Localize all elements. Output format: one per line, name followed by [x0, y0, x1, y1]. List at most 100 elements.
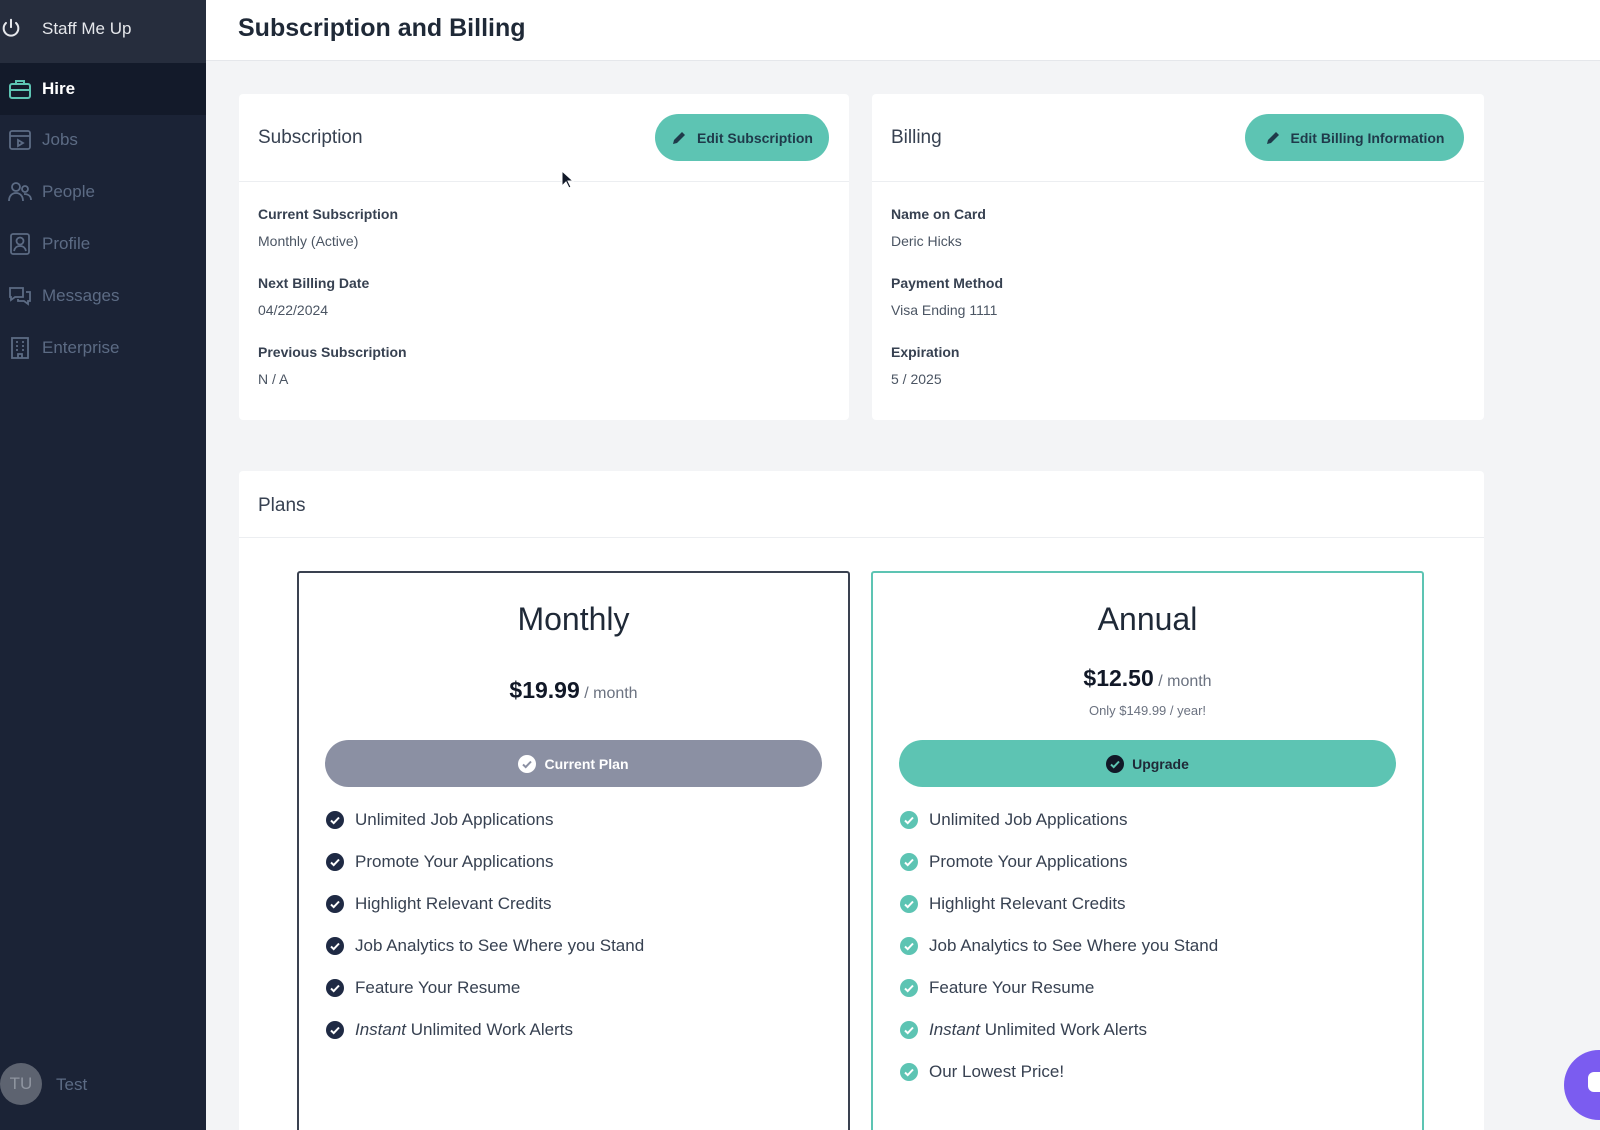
check-circle-icon [326, 853, 344, 871]
button-label: Edit Billing Information [1290, 129, 1445, 146]
plan-monthly: Monthly $19.99 / month Current Plan Unli… [297, 571, 850, 1130]
plan-name: Annual [1097, 601, 1198, 637]
feature-label: Unlimited Job Applications [929, 810, 1128, 829]
check-circle-icon [900, 937, 918, 955]
billing-card: Billing Edit Billing Information Name on… [872, 94, 1484, 420]
pencil-icon [673, 131, 686, 144]
feature-item: Job Analytics to See Where you Stand [326, 934, 644, 958]
sidebar-item-label: Messages [42, 286, 120, 305]
power-icon [2, 18, 20, 37]
check-circle-icon [900, 979, 918, 997]
check-circle-icon [900, 1021, 918, 1039]
profile-icon [10, 233, 30, 255]
briefcase-icon [9, 80, 31, 99]
people-icon [8, 182, 32, 202]
check-circle-icon [326, 937, 344, 955]
feature-label: Promote Your Applications [355, 852, 554, 871]
feature-item: Promote Your Applications [900, 850, 1127, 874]
feature-label: Job Analytics to See Where you Stand [929, 936, 1219, 955]
field-value: Visa Ending 1111 [891, 302, 998, 318]
edit-subscription-button[interactable]: Edit Subscription [655, 114, 829, 161]
field-label: Expiration [891, 344, 960, 360]
feature-item: Promote Your Applications [326, 850, 553, 874]
feature-item: Highlight Relevant Credits [900, 892, 1126, 916]
pencil-icon [1266, 131, 1279, 144]
sidebar-item-hire[interactable]: Hire [0, 63, 206, 115]
edit-billing-button[interactable]: Edit Billing Information [1245, 114, 1464, 161]
price-period: / month [584, 685, 638, 702]
field-label: Name on Card [891, 206, 986, 222]
plan-name: Monthly [517, 601, 630, 637]
sidebar-item-label: Profile [42, 234, 91, 253]
sidebar-item-messages[interactable]: Messages [0, 270, 206, 322]
feature-label: Highlight Relevant Credits [929, 894, 1126, 913]
field-value: Monthly (Active) [258, 233, 359, 249]
check-circle-icon [518, 754, 537, 773]
plan-annual: Annual $12.50 / month Only $149.99 / yea… [871, 571, 1424, 1130]
chat-launcher-button[interactable] [1564, 1050, 1600, 1120]
feature-item: Highlight Relevant Credits [326, 892, 552, 916]
sidebar-item-label: Enterprise [42, 338, 120, 357]
sidebar-item-profile[interactable]: Profile [0, 218, 206, 270]
field-value: Deric Hicks [891, 233, 962, 249]
field-value: N / A [258, 371, 289, 387]
sidebar-item-label: People [42, 182, 95, 201]
feature-item: Job Analytics to See Where you Stand [900, 934, 1218, 958]
check-circle-icon [900, 811, 918, 829]
price-amount: $19.99 [509, 677, 580, 703]
sidebar-item-jobs[interactable]: Jobs [0, 114, 206, 166]
sidebar-item-people[interactable]: People [0, 166, 206, 218]
plan-price: $12.50 / month [873, 665, 1422, 692]
upgrade-button[interactable]: Upgrade [899, 740, 1396, 787]
feature-item: Instant Unlimited Work Alerts [326, 1018, 573, 1042]
check-circle-icon [1106, 754, 1125, 773]
app-name: Staff Me Up [42, 19, 132, 38]
messages-icon [9, 287, 31, 306]
feature-item: Feature Your Resume [900, 976, 1094, 1000]
user-name: Test [56, 1075, 88, 1094]
feature-emphasis: Instant [929, 1020, 981, 1039]
subscription-card: Subscription Edit Subscription Current S… [239, 94, 849, 420]
feature-item: Feature Your Resume [326, 976, 520, 1000]
price-period: / month [1158, 673, 1212, 690]
feature-label: Promote Your Applications [929, 852, 1128, 871]
check-circle-icon [900, 895, 918, 913]
current-plan-button[interactable]: Current Plan [325, 740, 822, 787]
plan-price: $19.99 / month [299, 677, 848, 704]
feature-label: Feature Your Resume [355, 978, 521, 997]
sidebar: Staff Me Up Hire Jobs People Profile Mes… [0, 0, 206, 1130]
field-label: Previous Subscription [258, 344, 407, 360]
feature-item: Instant Unlimited Work Alerts [900, 1018, 1147, 1042]
check-circle-icon [326, 811, 344, 829]
sidebar-item-enterprise[interactable]: Enterprise [0, 322, 206, 374]
check-circle-icon [326, 1021, 344, 1039]
building-icon [11, 337, 29, 359]
button-label: Upgrade [1132, 755, 1189, 772]
sidebar-item-label: Jobs [42, 130, 78, 149]
brand-header[interactable]: Staff Me Up [0, 0, 206, 64]
check-circle-icon [326, 979, 344, 997]
yearly-price-note: Only $149.99 / year! [1088, 703, 1207, 718]
avatar: TU [0, 1063, 42, 1105]
jobs-icon [9, 130, 31, 150]
feature-label: Highlight Relevant Credits [355, 894, 552, 913]
feature-label: Job Analytics to See Where you Stand [355, 936, 645, 955]
check-circle-icon [900, 853, 918, 871]
field-label: Current Subscription [258, 206, 399, 222]
sidebar-item-label: Hire [42, 79, 76, 98]
feature-label: Our Lowest Price! [929, 1062, 1065, 1081]
feature-item: Our Lowest Price! [900, 1060, 1064, 1084]
user-menu[interactable]: TU Test [0, 1063, 206, 1107]
check-circle-icon [900, 1063, 918, 1081]
card-header: Subscription Edit Subscription [239, 94, 849, 182]
feature-item: Unlimited Job Applications [900, 808, 1127, 832]
field-value: 5 / 2025 [891, 371, 942, 387]
mouse-cursor-icon [561, 170, 575, 189]
card-header: Billing Edit Billing Information [872, 94, 1484, 182]
feature-label: Instant Unlimited Work Alerts [355, 1020, 573, 1040]
field-label: Payment Method [891, 275, 1004, 291]
page-title: Subscription and Billing [238, 14, 526, 42]
field-value: 04/22/2024 [258, 302, 329, 318]
price-amount: $12.50 [1083, 665, 1154, 691]
feature-item: Unlimited Job Applications [326, 808, 553, 832]
